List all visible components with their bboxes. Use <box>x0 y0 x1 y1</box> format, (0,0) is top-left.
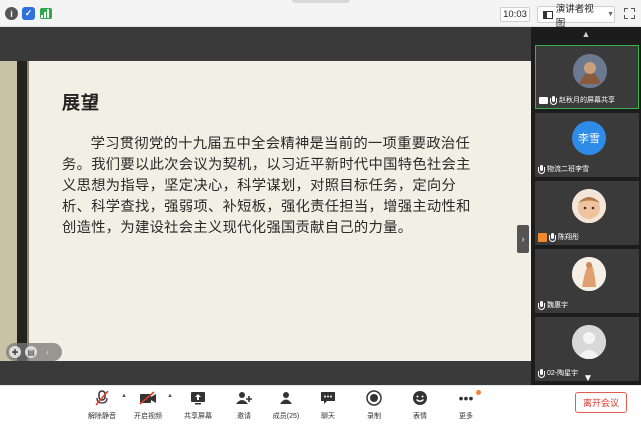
slide-body-text: 学习贯彻党的十九届五中全会精神是当前的一项重要政治任务。我们要以此次会议为契机，… <box>62 136 471 236</box>
mic-muted-icon <box>549 232 556 242</box>
tool-label: 更多 <box>459 413 473 420</box>
host-icon <box>538 232 547 242</box>
slide-bar <box>17 61 27 361</box>
tool-label: 解除静音 <box>88 413 116 420</box>
fullscreen-icon[interactable] <box>624 8 635 19</box>
avatar <box>573 54 607 88</box>
chat-icon <box>319 389 337 407</box>
shared-screen: 展望 学习贯彻党的十九届五中全会精神是当前的一项重要政治任务。我们要以此次会议为… <box>0 27 531 385</box>
participant-tile[interactable]: 陈翔彤 <box>535 181 639 245</box>
divider <box>41 346 42 358</box>
chevron-up-icon[interactable]: ▲ <box>167 393 173 399</box>
participant-name-row: 陈翔彤 <box>538 232 579 242</box>
view-mode-label: 演讲者视图 <box>555 3 594 29</box>
signal-icon[interactable] <box>40 8 52 19</box>
participant-name: 赵秋月的屏幕共享 <box>559 97 615 104</box>
top-bar: i ✓ 10:03 演讲者视图 ▼ <box>0 0 641 29</box>
leave-meeting-button[interactable]: 离开会议 <box>575 392 627 413</box>
mic-muted-icon <box>538 368 545 378</box>
share-screen-icon <box>189 389 207 407</box>
participant-name-row: 魏惠宇 <box>538 300 568 310</box>
invite-button[interactable]: 邀请 <box>224 389 264 428</box>
participant-tile[interactable]: 李雪 物流二班李雪 <box>535 113 639 177</box>
participant-name: 陈翔彤 <box>558 234 579 241</box>
record-icon <box>365 389 383 407</box>
unmute-button[interactable]: 解除静音 <box>82 389 122 428</box>
members-button[interactable]: 成员(25) <box>266 389 306 428</box>
participant-name: 02-陶星宇 <box>547 370 579 377</box>
more-icon: ••• <box>458 390 474 406</box>
scroll-up-icon[interactable]: ▲ <box>531 27 641 41</box>
tool-label: 表情 <box>413 413 427 420</box>
speaker-view-icon <box>543 10 553 19</box>
invite-icon <box>235 389 253 407</box>
participant-tile[interactable]: 魏惠宇 <box>535 249 639 313</box>
participant-name: 物流二班李雪 <box>547 166 589 173</box>
slide-bar-line <box>27 61 29 361</box>
tool-label: 开启视频 <box>134 413 162 420</box>
mic-muted-icon <box>538 164 545 174</box>
chat-button[interactable]: 聊天 <box>308 389 348 428</box>
participant-tile[interactable]: 赵秋月的屏幕共享 <box>535 45 639 109</box>
emoji-icon <box>411 389 429 407</box>
start-video-button[interactable]: 开启视频 <box>128 389 168 428</box>
shield-icon[interactable]: ✓ <box>22 7 35 20</box>
tool-label: 共享屏幕 <box>184 413 212 420</box>
screen-share-icon <box>539 96 548 104</box>
share-screen-button[interactable]: 共享屏幕 <box>178 389 218 428</box>
presentation-slide: 展望 学习贯彻党的十九届五中全会精神是当前的一项重要政治任务。我们要以此次会议为… <box>0 61 531 361</box>
notification-dot <box>476 390 481 395</box>
participant-panel: ▲ 赵秋月的屏幕共享 李雪 物流二班李雪 陈翔彤 魏惠宇 02-陶星宇 ▼ <box>531 27 641 385</box>
record-button[interactable]: 录制 <box>354 389 394 428</box>
scroll-down-icon[interactable]: ▼ <box>583 373 593 384</box>
participant-name-row: 物流二班李雪 <box>538 164 589 174</box>
floating-annotation-toolbar[interactable]: ✚ ▤ ‹ <box>6 343 62 361</box>
meeting-toolbar: 解除静音 ▲ 开启视频 ▲ 共享屏幕 邀请 成员(25) 聊天 录制 表情 ••… <box>0 385 641 428</box>
avatar <box>572 189 606 223</box>
participant-tile[interactable]: 02-陶星宇 <box>535 317 639 381</box>
meeting-timer: 10:03 <box>500 7 530 22</box>
participant-name-row: 赵秋月的屏幕共享 <box>539 95 615 105</box>
slide-bottom-band <box>0 361 531 385</box>
tool-label: 成员(25) <box>272 413 300 420</box>
mic-muted-icon <box>538 300 545 310</box>
tool-label: 录制 <box>367 413 381 420</box>
mic-icon <box>550 95 557 105</box>
info-icon[interactable]: i <box>5 7 18 20</box>
top-notch <box>292 0 350 3</box>
more-button[interactable]: ••• 更多 <box>446 389 486 428</box>
comment-icon[interactable]: ▤ <box>25 346 37 358</box>
annotate-icon[interactable]: ✚ <box>9 346 21 358</box>
emoji-button[interactable]: 表情 <box>400 389 440 428</box>
video-off-icon <box>139 389 157 407</box>
avatar <box>572 325 606 359</box>
chevron-up-icon[interactable]: ▲ <box>121 393 127 399</box>
slide-title: 展望 <box>62 93 100 114</box>
chevron-left-icon[interactable]: ‹ <box>46 347 49 357</box>
participant-name: 魏惠宇 <box>547 302 568 309</box>
mic-muted-icon <box>93 389 111 407</box>
avatar-text: 李雪 <box>578 133 600 145</box>
participant-name-row: 02-陶星宇 <box>538 368 578 378</box>
view-mode-dropdown[interactable]: 演讲者视图 ▼ <box>537 4 615 29</box>
tool-label: 聊天 <box>321 413 335 420</box>
members-icon <box>277 389 295 407</box>
slide-top-band <box>0 27 531 61</box>
collapse-panel-button[interactable]: › <box>517 225 529 253</box>
chevron-down-icon: ▼ <box>607 11 614 18</box>
tool-label: 邀请 <box>237 413 251 420</box>
avatar <box>572 257 606 291</box>
avatar: 李雪 <box>572 121 606 155</box>
slide-edge <box>0 61 17 361</box>
